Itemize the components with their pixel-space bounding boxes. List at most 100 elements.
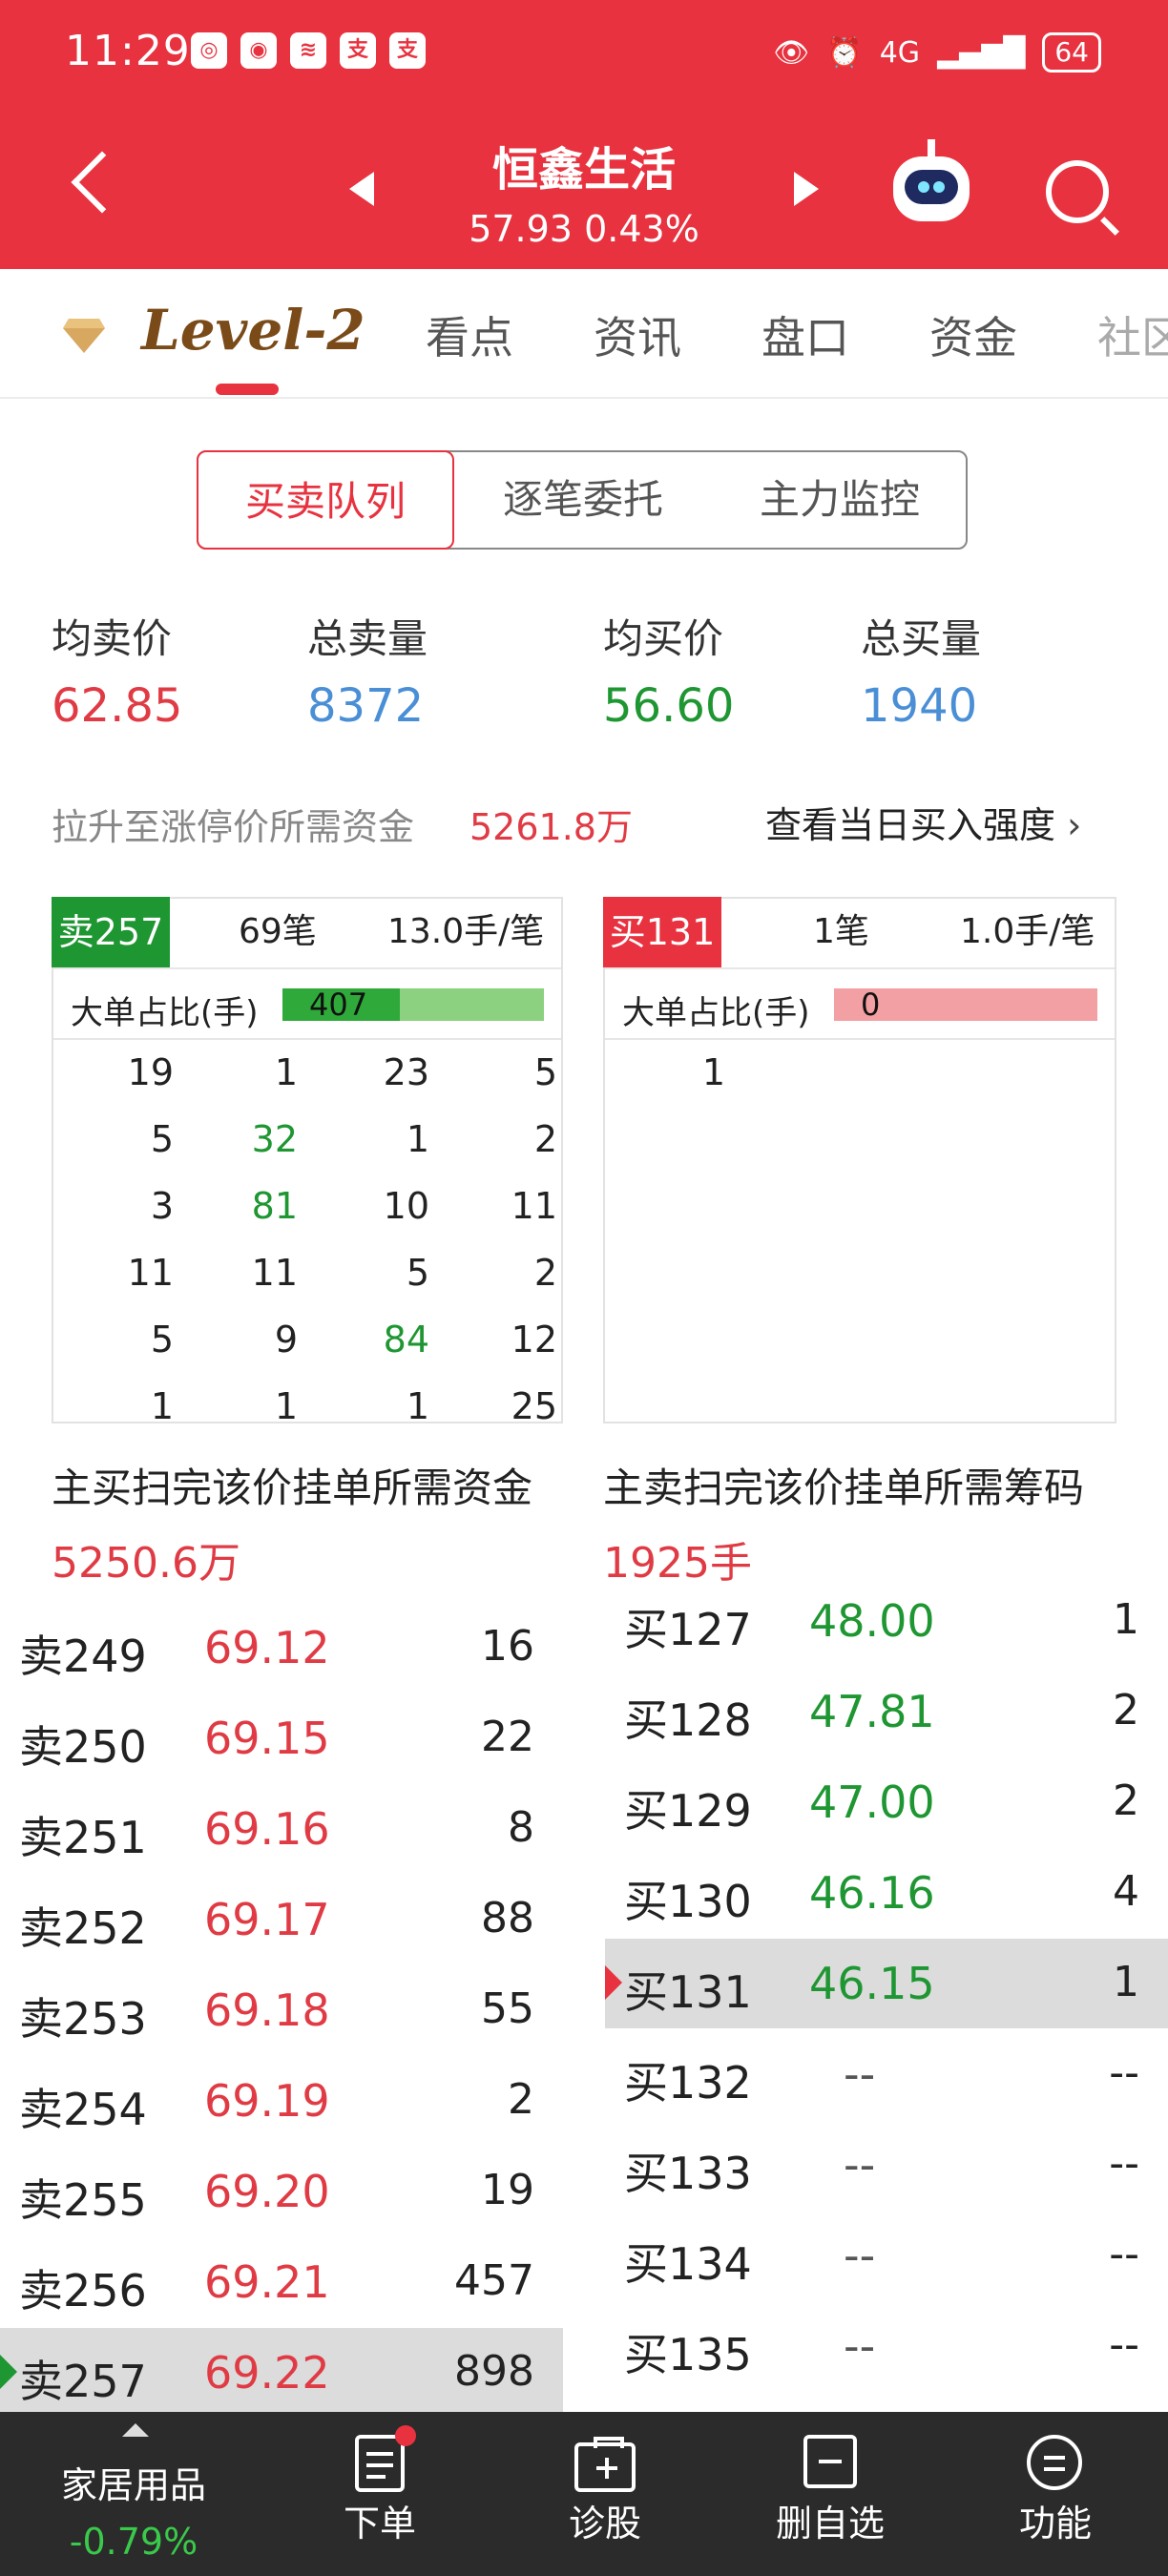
ladder-row[interactable]: 买130 46.16 4 [605, 1848, 1168, 1938]
ladder-level-name: 卖255 [19, 2174, 147, 2226]
ladder-level-name: 买130 [624, 1876, 752, 1927]
ladder-price: -- [844, 2230, 876, 2281]
robot-eye [933, 181, 945, 193]
ladder-row[interactable]: 卖249 69.12 16 [0, 1603, 563, 1693]
ladder-volume: 457 [454, 2256, 534, 2305]
segment-queue[interactable]: 买卖队列 [197, 450, 454, 550]
ladder-row[interactable]: 买133 -- -- [605, 2120, 1168, 2210]
sell-need-value: 5250.6万 [52, 1539, 240, 1588]
sell-queue-cell: 11 [251, 1252, 298, 1294]
nav-remove-watch[interactable]: 删自选 [763, 2494, 897, 2546]
buy-queue-cell: 1 [701, 1051, 725, 1093]
sector-change: -0.79% [69, 2521, 198, 2563]
ladder-row[interactable]: 卖256 69.21 457 [0, 2237, 563, 2327]
ladder-row[interactable]: 买128 47.81 2 [605, 1667, 1168, 1756]
ladder-level-name: 卖254 [19, 2084, 147, 2135]
top-bar: 11:29 ◎ ◉ ≋ 支 支 👁 ⏰ 4G ▂▄▆█ 64 恒鑫生活 57.9… [0, 0, 1168, 269]
ladder-price: 69.19 [204, 2075, 330, 2127]
segment-main-monitor[interactable]: 主力监控 [712, 450, 968, 550]
tab-highlights[interactable]: 看点 [426, 303, 513, 366]
ladder-row[interactable]: 买131 46.15 1 [605, 1939, 1168, 2028]
sell-queue-tag: 卖257 [52, 897, 170, 967]
order-icon[interactable] [355, 2425, 416, 2492]
sell-queue-cell: 23 [383, 1051, 429, 1093]
menu-icon[interactable] [1027, 2435, 1082, 2490]
sell-ratio-value: 407 [309, 987, 368, 1023]
next-stock-icon[interactable] [794, 172, 819, 206]
chevron-right-icon: › [1067, 804, 1082, 846]
ladder-level-name: 卖249 [19, 1631, 147, 1682]
ladder-row[interactable]: 买127 48.00 1 [605, 1576, 1168, 1666]
ladder-price: 69.16 [204, 1803, 330, 1855]
ladder-price: 69.12 [204, 1622, 330, 1673]
tab-news[interactable]: 资讯 [594, 303, 681, 366]
avg-buy-value: 56.60 [603, 679, 735, 733]
ladder-price: 48.00 [809, 1595, 935, 1647]
sell-queue-cell: 11 [511, 1185, 557, 1227]
remove-watch-icon[interactable] [803, 2435, 857, 2488]
app-notification-icon: ◉ [240, 32, 277, 69]
search-icon[interactable] [1046, 160, 1109, 223]
ladder-volume: 55 [481, 1984, 534, 2033]
alipay-icon: 支 [389, 32, 426, 69]
ladder-volume: 1 [1113, 1958, 1139, 2006]
ladder-volume: -- [1109, 2048, 1139, 2097]
ladder-row[interactable]: 卖253 69.18 55 [0, 1965, 563, 2055]
diagnose-icon[interactable] [574, 2437, 636, 2492]
total-buy-value: 1940 [861, 679, 978, 733]
buy-queue-panel [603, 897, 1116, 1423]
ladder-level-name: 卖253 [19, 1993, 147, 2045]
tab-community[interactable]: 社区 [1097, 303, 1168, 366]
ladder-volume: 2 [1113, 1686, 1139, 1735]
buy-strength-label: 查看当日买入强度 [765, 804, 1056, 846]
alipay-icon: 支 [340, 32, 376, 69]
current-level-marker-icon [0, 2355, 17, 2389]
tab-level2[interactable]: Level-2 [141, 298, 365, 363]
signal-bars-icon: ▂▄▆█ [937, 35, 1026, 70]
buy-queue-orders: 1笔 [813, 912, 869, 951]
nav-order[interactable]: 下单 [321, 2494, 439, 2546]
divider [605, 967, 1115, 969]
ladder-volume: -- [1109, 2230, 1139, 2278]
sell-queue-cell: 1 [274, 1051, 298, 1093]
nav-diagnose[interactable]: 诊股 [546, 2494, 664, 2546]
ladder-row[interactable]: 卖254 69.19 2 [0, 2056, 563, 2146]
buy-strength-link[interactable]: 查看当日买入强度 › [765, 796, 1081, 848]
ladder-price: 46.15 [809, 1958, 935, 2009]
ladder-row[interactable]: 买134 -- -- [605, 2211, 1168, 2300]
ladder-volume: 898 [454, 2347, 534, 2396]
tab-capital[interactable]: 资金 [929, 303, 1017, 366]
ladder-row[interactable]: 卖255 69.20 19 [0, 2147, 563, 2236]
signal-label: 4G [879, 35, 921, 70]
nav-functions[interactable]: 功能 [996, 2494, 1115, 2546]
ladder-price: -- [844, 2320, 876, 2372]
tab-orderbook[interactable]: 盘口 [761, 303, 849, 366]
ladder-row[interactable]: 卖252 69.17 88 [0, 1875, 563, 1964]
status-time: 11:29 [65, 27, 191, 75]
ladder-volume: -- [1109, 2320, 1139, 2369]
ladder-level-name: 买134 [624, 2238, 752, 2290]
robot-eye [918, 181, 929, 193]
sell-queue-avg: 13.0手/笔 [387, 912, 545, 951]
robot-assistant-icon[interactable] [893, 139, 970, 221]
sell-queue-cell: 5 [150, 1319, 174, 1361]
ladder-row[interactable]: 买129 47.00 2 [605, 1757, 1168, 1847]
ladder-row[interactable]: 买135 -- -- [605, 2301, 1168, 2391]
total-buy-label: 总买量 [861, 615, 982, 662]
ladder-row[interactable]: 买132 -- -- [605, 2029, 1168, 2119]
sell-queue-cell: 5 [406, 1252, 429, 1294]
ladder-row[interactable]: 卖250 69.15 22 [0, 1693, 563, 1783]
sell-queue-cell: 1 [406, 1385, 429, 1427]
divider [53, 967, 561, 969]
buy-queue-avg: 1.0手/笔 [960, 912, 1095, 951]
total-sell-value: 8372 [307, 679, 425, 733]
ladder-row[interactable]: 卖251 69.16 8 [0, 1784, 563, 1874]
stock-change: 0.43% [584, 208, 699, 250]
stock-quote: 57.93 0.43% [0, 208, 1168, 250]
ladder-volume: 2 [1113, 1776, 1139, 1825]
ladder-price: 69.15 [204, 1713, 330, 1764]
sector-name[interactable]: 家居用品 [38, 2456, 229, 2508]
segment-tick-orders[interactable]: 逐笔委托 [454, 450, 712, 550]
ladder-row[interactable]: 卖257 69.22 898 [0, 2328, 563, 2418]
sell-queue-cell: 32 [251, 1118, 298, 1160]
